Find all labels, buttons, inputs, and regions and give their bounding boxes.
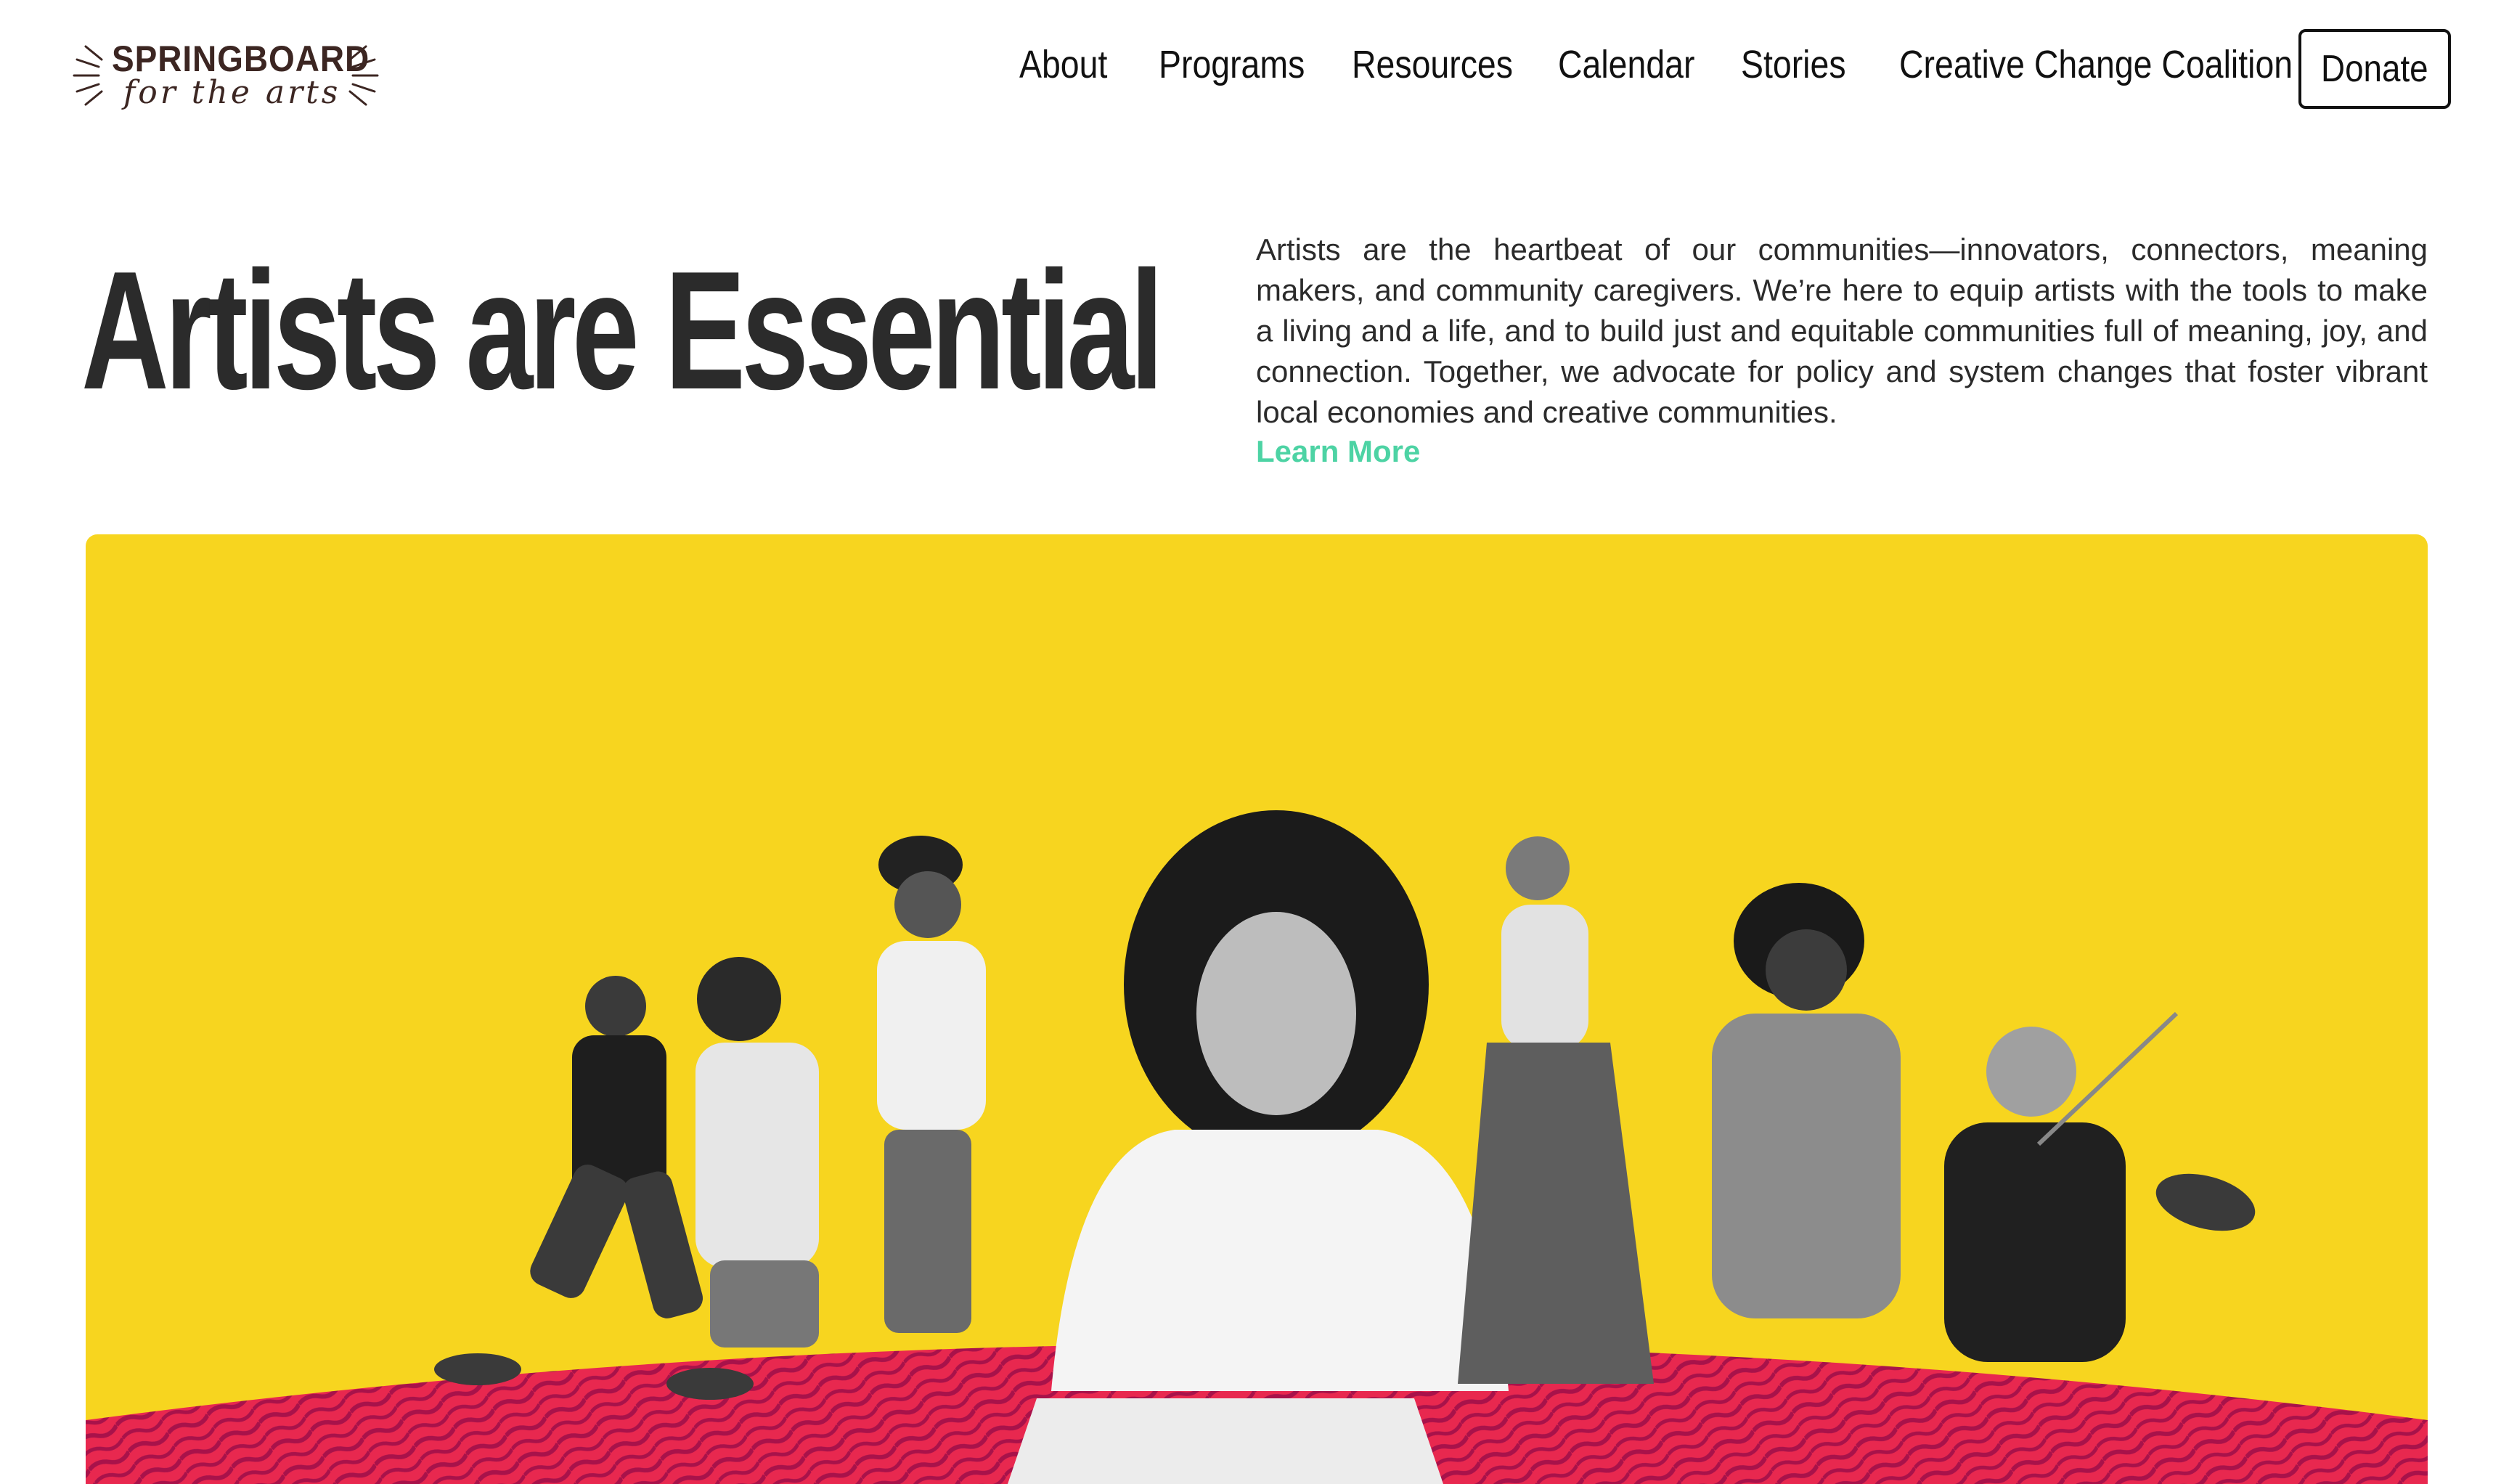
donate-button[interactable]: Donate	[2298, 29, 2451, 109]
site-logo[interactable]: SPRINGBOARD for the arts	[70, 35, 382, 116]
central-artist-figure	[1008, 810, 1509, 1484]
nav-resources[interactable]: Resources	[1352, 42, 1513, 87]
page-title: Artists are Essential	[81, 237, 1164, 425]
nav-stories[interactable]: Stories	[1741, 42, 1846, 87]
logo-tagline: for the arts	[123, 74, 341, 111]
hero-description: Artists are the heartbeat of our communi…	[1256, 232, 2428, 429]
singer-figure	[1712, 883, 1901, 1318]
nav-creative-change-coalition[interactable]: Creative Change Coalition	[1899, 42, 2293, 87]
drummer-figure	[695, 957, 819, 1348]
painter-figure	[877, 836, 986, 1333]
nav-calendar[interactable]: Calendar	[1558, 42, 1694, 87]
learn-more-link[interactable]: Learn More	[1256, 434, 1420, 469]
violinist-figure	[1944, 1011, 2256, 1362]
flamenco-dancer-figure	[1458, 836, 1654, 1384]
nav-about[interactable]: About	[1019, 42, 1107, 87]
site-header: SPRINGBOARD for the arts About Programs …	[0, 0, 2509, 145]
nav-programs[interactable]: Programs	[1159, 42, 1305, 87]
donate-label: Donate	[2321, 48, 2428, 90]
hero-collage-image	[86, 534, 2428, 1484]
collage-illustration	[86, 810, 2428, 1484]
